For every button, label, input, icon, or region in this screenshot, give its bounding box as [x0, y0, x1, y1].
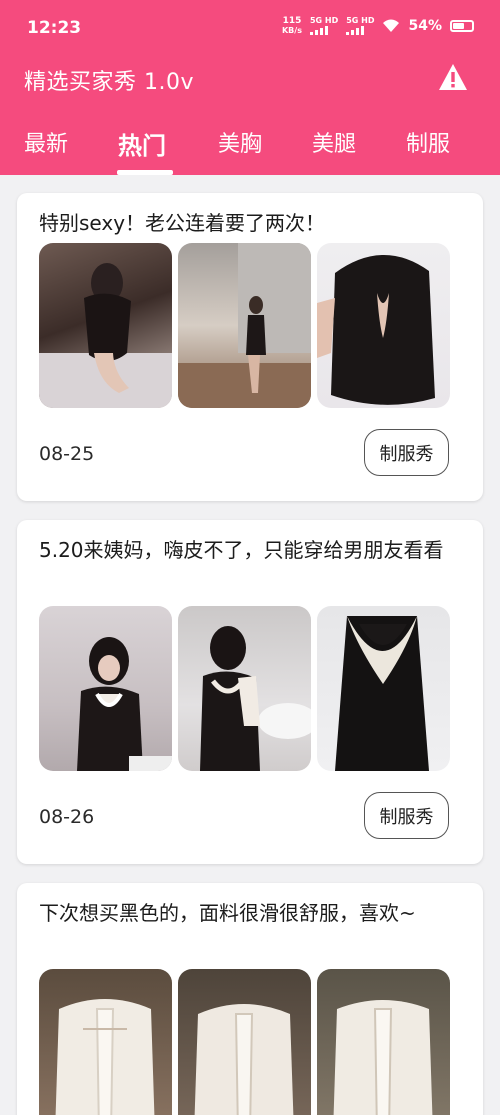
tab-legs[interactable]: 美腿 — [312, 126, 356, 158]
post-image[interactable] — [39, 606, 172, 771]
status-icons: 115 KB/s 5G HD 5G HD 54% — [282, 17, 474, 35]
category-tag-button[interactable]: 制服秀 — [364, 792, 449, 839]
post-card[interactable]: 5.20来姨妈，嗨皮不了，只能穿给男朋友看看 08-26 制服秀 — [17, 520, 483, 864]
status-bar: 12:23 115 KB/s 5G HD 5G HD 54% — [0, 0, 500, 60]
battery-icon — [450, 20, 474, 32]
post-title: 5.20来姨妈，嗨皮不了，只能穿给男朋友看看 — [39, 538, 444, 562]
post-date: 08-26 — [39, 806, 95, 828]
warning-icon[interactable] — [438, 63, 468, 91]
post-image[interactable] — [178, 969, 311, 1115]
app-header: 12:23 115 KB/s 5G HD 5G HD 54% 精选买家秀 1.0… — [0, 0, 500, 175]
signal-sim2-icon: 5G HD — [346, 17, 374, 35]
post-image[interactable] — [317, 606, 450, 771]
signal-sim1-icon: 5G HD — [309, 16, 339, 35]
post-date: 08-25 — [39, 443, 95, 465]
post-card[interactable]: 特别sexy！老公连着要了两次！ 08-25 制服秀 — [17, 193, 483, 501]
sim1-label: 5G HD — [309, 16, 339, 25]
post-image[interactable] — [39, 969, 172, 1115]
post-title: 特别sexy！老公连着要了两次！ — [39, 211, 326, 235]
battery-percent: 54% — [408, 18, 442, 34]
status-time: 12:23 — [27, 18, 82, 38]
tab-indicator — [117, 170, 173, 175]
tab-latest[interactable]: 最新 — [24, 126, 68, 158]
network-speed-unit: KB/s — [281, 26, 302, 35]
network-speed: 115 KB/s — [281, 16, 302, 36]
tab-popular[interactable]: 热门 — [118, 126, 166, 161]
post-title: 下次想买黑色的，面料很滑很舒服，喜欢~ — [39, 901, 416, 925]
post-image[interactable] — [178, 243, 311, 408]
category-tabs: 最新 热门 美胸 美腿 制服 — [0, 118, 500, 175]
wifi-icon — [383, 19, 400, 32]
sim2-label: 5G HD — [346, 16, 375, 25]
post-image[interactable] — [317, 969, 450, 1115]
category-tag-button[interactable]: 制服秀 — [364, 429, 449, 476]
post-image[interactable] — [178, 606, 311, 771]
post-image[interactable] — [317, 243, 450, 408]
tab-chest[interactable]: 美胸 — [218, 126, 262, 158]
network-speed-value: 115 — [282, 16, 302, 26]
app-title: 精选买家秀 1.0v — [24, 70, 195, 95]
post-image[interactable] — [39, 243, 172, 408]
tab-uniform[interactable]: 制服 — [406, 126, 450, 158]
post-card[interactable]: 下次想买黑色的，面料很滑很舒服，喜欢~ — [17, 883, 483, 1115]
